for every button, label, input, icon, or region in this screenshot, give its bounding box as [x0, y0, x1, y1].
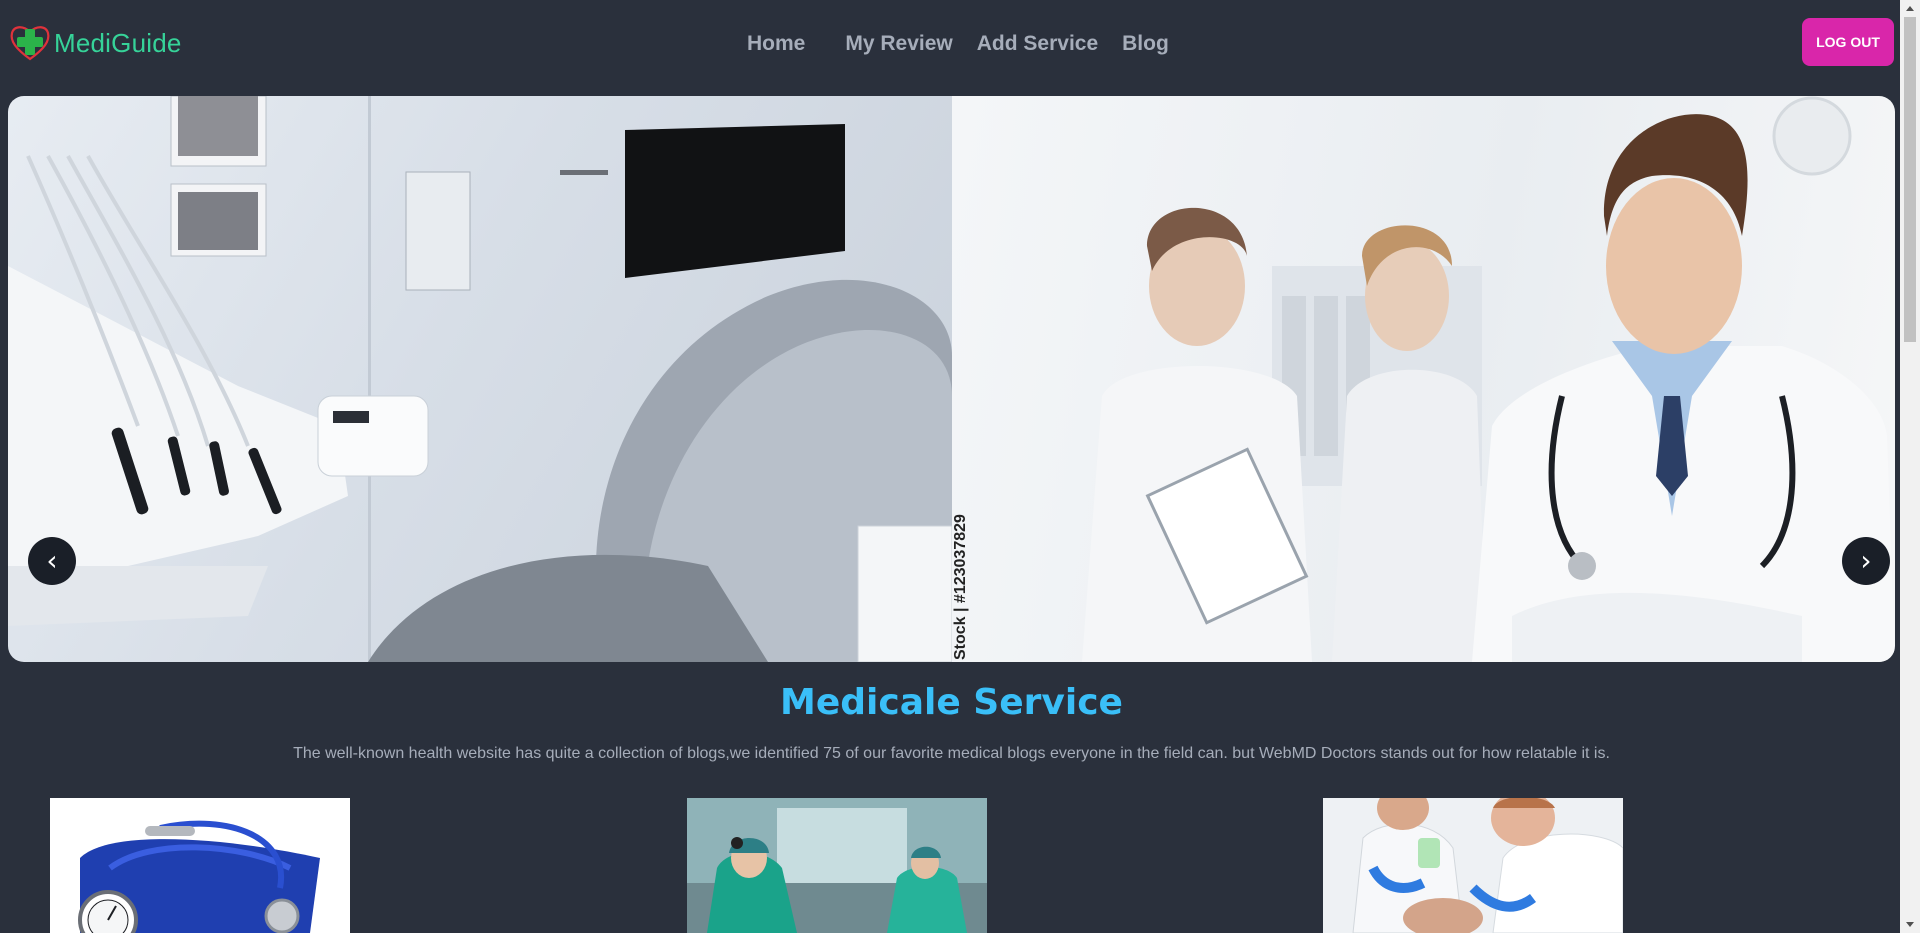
services-description: The well-known health website has quite …	[293, 745, 1610, 762]
carousel-next-button[interactable]: ›	[1842, 537, 1890, 585]
medical-cross-heart-icon	[10, 26, 50, 61]
scroll-up-arrow-icon[interactable]	[1906, 6, 1914, 11]
services-title: Medicale Service	[780, 682, 1123, 723]
stock-credit-text: Stock | #123037829	[952, 514, 969, 660]
logout-button[interactable]: LOG OUT	[1802, 18, 1894, 66]
carousel-prev-button[interactable]: ‹	[28, 537, 76, 585]
page-scrollbar[interactable]	[1900, 0, 1920, 933]
dental-clinic-image	[8, 96, 952, 662]
service-cards	[0, 798, 1900, 933]
nav-blog[interactable]: Blog	[1110, 24, 1181, 64]
surgery-illustration	[687, 798, 987, 933]
service-card-image-surgery[interactable]	[687, 798, 987, 933]
service-card-image-stethoscope[interactable]	[50, 798, 350, 933]
chevron-right-icon: ›	[1860, 544, 1872, 577]
hero-carousel: Stock | #123037829 ‹ ›	[8, 96, 1895, 662]
nav-my-review[interactable]: My Review	[833, 24, 964, 64]
scroll-thumb[interactable]	[1904, 17, 1916, 342]
service-card-image-cpr[interactable]	[1323, 798, 1623, 933]
brand-link[interactable]: MediGuide	[8, 22, 182, 64]
brand-name: MediGuide	[54, 27, 182, 58]
main-nav: Home My Review Add Service Blog	[735, 24, 1181, 64]
scroll-down-arrow-icon[interactable]	[1906, 922, 1914, 927]
stethoscope-illustration	[78, 820, 320, 933]
doctors-image: Stock | #123037829	[952, 96, 1895, 662]
cpr-illustration	[1323, 798, 1623, 933]
navbar: MediGuide Home My Review Add Service Blo…	[0, 0, 1900, 86]
chevron-left-icon: ‹	[46, 544, 58, 577]
doctors-illustration	[1082, 96, 1895, 662]
nav-home[interactable]: Home	[735, 24, 817, 64]
dental-clinic-illustration	[8, 96, 952, 662]
nav-add-service[interactable]: Add Service	[965, 24, 1110, 64]
